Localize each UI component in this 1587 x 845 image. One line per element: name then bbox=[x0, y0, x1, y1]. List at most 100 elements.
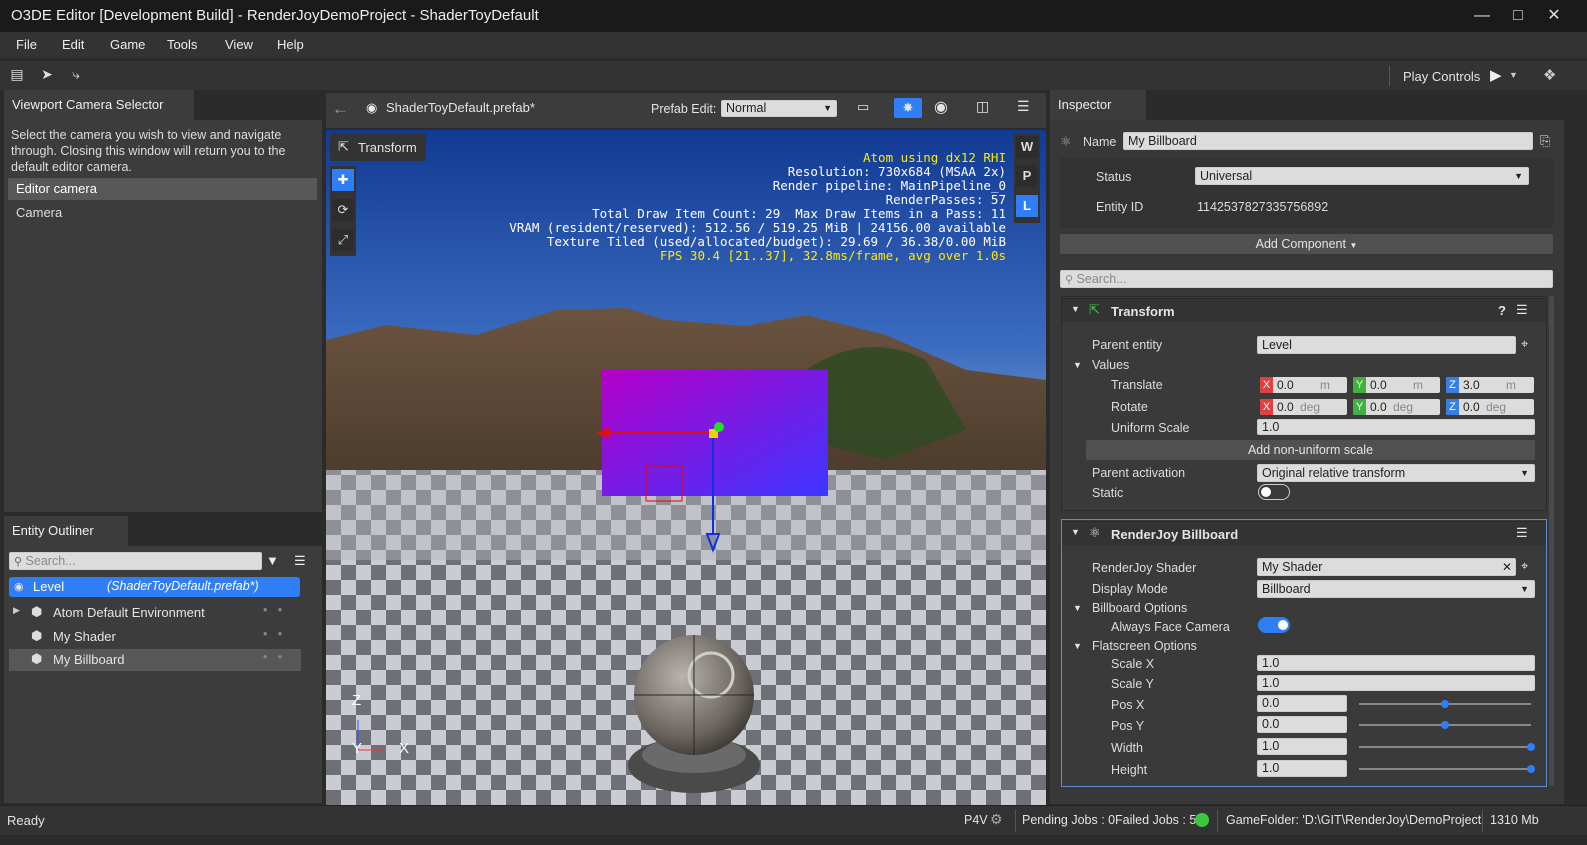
slider-handle[interactable] bbox=[1527, 765, 1535, 773]
expand-flatscreen-options-icon[interactable]: ▼ bbox=[1073, 641, 1082, 651]
viewport-menu-icon[interactable]: ☰ bbox=[1017, 98, 1030, 115]
pos-x-slider[interactable] bbox=[1359, 700, 1531, 708]
path-icon[interactable]: ⤷ bbox=[67, 66, 85, 84]
pos-y-slider[interactable] bbox=[1359, 721, 1531, 729]
pin-icon[interactable]: ⎘ bbox=[1540, 133, 1550, 149]
asset-processor-status-icon[interactable] bbox=[1195, 813, 1209, 827]
menu-game[interactable]: Game bbox=[110, 37, 145, 52]
clear-icon[interactable]: ✕ bbox=[1502, 559, 1512, 575]
tools-icon[interactable]: ❖ bbox=[1543, 66, 1556, 84]
visibility-icon[interactable]: ◉ bbox=[934, 97, 948, 117]
height-field[interactable]: 1.0 bbox=[1257, 760, 1347, 777]
rotate-icon[interactable]: ⟳ bbox=[332, 199, 354, 221]
transform-mode-button[interactable]: ⇱ Transform bbox=[330, 133, 426, 161]
uniform-scale-field[interactable]: 1.0 bbox=[1257, 419, 1535, 435]
local-space-button[interactable]: L bbox=[1016, 195, 1038, 217]
camera-mode-icon[interactable]: ▭ bbox=[857, 99, 869, 115]
expand-values-icon[interactable]: ▼ bbox=[1073, 360, 1082, 370]
play-dropdown-icon[interactable]: ▼ bbox=[1509, 70, 1518, 80]
scale-y-field[interactable]: 1.0 bbox=[1257, 675, 1535, 691]
billboard-header[interactable]: ▼ ⚛ RenderJoy Billboard ☰ bbox=[1062, 521, 1546, 545]
pos-x-field[interactable]: 0.0 bbox=[1257, 695, 1347, 712]
outliner-row-environment[interactable]: ▶ ⬢ Atom Default Environment • • bbox=[9, 602, 301, 624]
viewport-3d[interactable]: Atom using dx12 RHI Resolution: 730x684 … bbox=[326, 130, 1046, 805]
failed-jobs[interactable]: Failed Jobs : 5 bbox=[1115, 813, 1196, 827]
slider-handle[interactable] bbox=[1441, 700, 1449, 708]
outliner-search-input[interactable]: ⚲ Search... bbox=[9, 552, 262, 570]
translate-x-field[interactable]: X 0.0 m bbox=[1260, 377, 1347, 393]
inspector-scrollbar[interactable] bbox=[1549, 296, 1554, 786]
component-menu-icon[interactable]: ☰ bbox=[1516, 525, 1528, 541]
search-icon: ⚲ bbox=[14, 556, 23, 568]
camera-item-editor[interactable]: Editor camera bbox=[8, 178, 317, 200]
back-arrow-icon[interactable]: ← bbox=[332, 99, 349, 119]
play-icon[interactable]: ▶ bbox=[1490, 66, 1502, 84]
helpers-icon[interactable]: ✸ bbox=[894, 98, 922, 118]
expand-billboard-options-icon[interactable]: ▼ bbox=[1073, 603, 1082, 613]
tab-inspector[interactable]: Inspector bbox=[1050, 90, 1146, 120]
menu-tools[interactable]: Tools bbox=[167, 37, 197, 52]
renderjoy-shader-field[interactable]: My Shader ✕ bbox=[1257, 558, 1516, 576]
collapse-arrow-icon[interactable]: ▼ bbox=[1071, 304, 1080, 314]
translate-y-field[interactable]: Y 0.0 m bbox=[1353, 377, 1440, 393]
translate-z-field[interactable]: Z 3.0 m bbox=[1446, 377, 1534, 393]
snap-icon[interactable]: ▤ bbox=[8, 66, 26, 84]
scale-icon[interactable]: ⤢ bbox=[332, 229, 354, 251]
transform-header[interactable]: ▼ ⇱ Transform ? ☰ bbox=[1062, 298, 1546, 322]
tab-camera-selector[interactable]: Viewport Camera Selector bbox=[4, 90, 194, 120]
add-component-button[interactable]: Add Component ▼ bbox=[1060, 234, 1553, 254]
width-field[interactable]: 1.0 bbox=[1257, 738, 1347, 755]
name-field[interactable]: My Billboard bbox=[1123, 132, 1533, 150]
transform-label: Transform bbox=[358, 140, 417, 155]
pos-y-field[interactable]: 0.0 bbox=[1257, 716, 1347, 733]
visibility-dots[interactable]: • • bbox=[263, 650, 282, 664]
rotate-x-field[interactable]: X 0.0 deg bbox=[1260, 399, 1347, 415]
visibility-dots[interactable]: • • bbox=[263, 627, 282, 641]
component-search-input[interactable]: ⚲ Search... bbox=[1060, 270, 1553, 288]
width-slider[interactable] bbox=[1359, 743, 1535, 751]
menu-file[interactable]: File bbox=[16, 37, 37, 52]
parent-activation-select[interactable]: Original relative transform ▼ bbox=[1257, 464, 1535, 482]
minimize-icon[interactable]: — bbox=[1472, 6, 1492, 26]
p4v-icon[interactable]: ⚙ bbox=[990, 811, 1003, 828]
always-face-camera-toggle[interactable] bbox=[1258, 617, 1290, 633]
outliner-menu-icon[interactable]: ☰ bbox=[294, 553, 306, 569]
menu-edit[interactable]: Edit bbox=[62, 37, 84, 52]
expand-arrow-icon[interactable]: ▶ bbox=[13, 605, 20, 616]
slider-handle[interactable] bbox=[1441, 721, 1449, 729]
tab-entity-outliner[interactable]: Entity Outliner bbox=[4, 516, 128, 546]
rotate-z-field[interactable]: Z 0.0 deg bbox=[1446, 399, 1534, 415]
outliner-row-my-shader[interactable]: ⬢ My Shader • • bbox=[9, 626, 301, 648]
filter-icon[interactable]: ▼ bbox=[266, 553, 279, 568]
static-toggle[interactable] bbox=[1258, 484, 1290, 500]
target-picker-icon[interactable]: ⌖ bbox=[1521, 558, 1528, 574]
parent-space-button[interactable]: P bbox=[1016, 165, 1038, 187]
close-icon[interactable]: ✕ bbox=[1544, 6, 1564, 26]
window-title: O3DE Editor [Development Build] - Render… bbox=[11, 7, 539, 24]
slider-handle[interactable] bbox=[1527, 743, 1535, 751]
menu-help[interactable]: Help bbox=[277, 37, 304, 52]
display-mode-select[interactable]: Billboard ▼ bbox=[1257, 580, 1535, 598]
component-menu-icon[interactable]: ☰ bbox=[1516, 302, 1528, 318]
walk-mode-icon[interactable]: ➤ bbox=[38, 66, 56, 84]
camera-item-camera[interactable]: Camera bbox=[8, 202, 317, 224]
p4v-label[interactable]: P4V bbox=[964, 813, 988, 827]
height-slider[interactable] bbox=[1359, 765, 1535, 773]
outliner-row-my-billboard[interactable]: ⬢ My Billboard • • bbox=[9, 649, 301, 671]
add-nonuniform-scale-button[interactable]: Add non-uniform scale bbox=[1086, 440, 1535, 460]
move-icon[interactable]: ✚ bbox=[332, 169, 354, 191]
menu-view[interactable]: View bbox=[225, 37, 253, 52]
maximize-icon[interactable]: □ bbox=[1508, 6, 1528, 26]
collapse-arrow-icon[interactable]: ▼ bbox=[1071, 527, 1080, 537]
rotate-y-field[interactable]: Y 0.0 deg bbox=[1353, 399, 1440, 415]
scale-x-field[interactable]: 1.0 bbox=[1257, 655, 1535, 671]
outliner-row-level[interactable]: ◉ Level (ShaderToyDefault.prefab*) bbox=[9, 577, 300, 597]
parent-entity-field[interactable]: Level bbox=[1257, 336, 1516, 354]
prefab-edit-select[interactable]: Normal ▼ bbox=[721, 100, 837, 117]
visibility-dots[interactable]: • • bbox=[263, 603, 282, 617]
layout-icon[interactable]: ◫ bbox=[976, 98, 989, 115]
status-select[interactable]: Universal ▼ bbox=[1195, 167, 1529, 185]
help-icon[interactable]: ? bbox=[1498, 303, 1506, 318]
target-picker-icon[interactable]: ⌖ bbox=[1521, 336, 1528, 352]
world-space-button[interactable]: W bbox=[1016, 136, 1038, 158]
